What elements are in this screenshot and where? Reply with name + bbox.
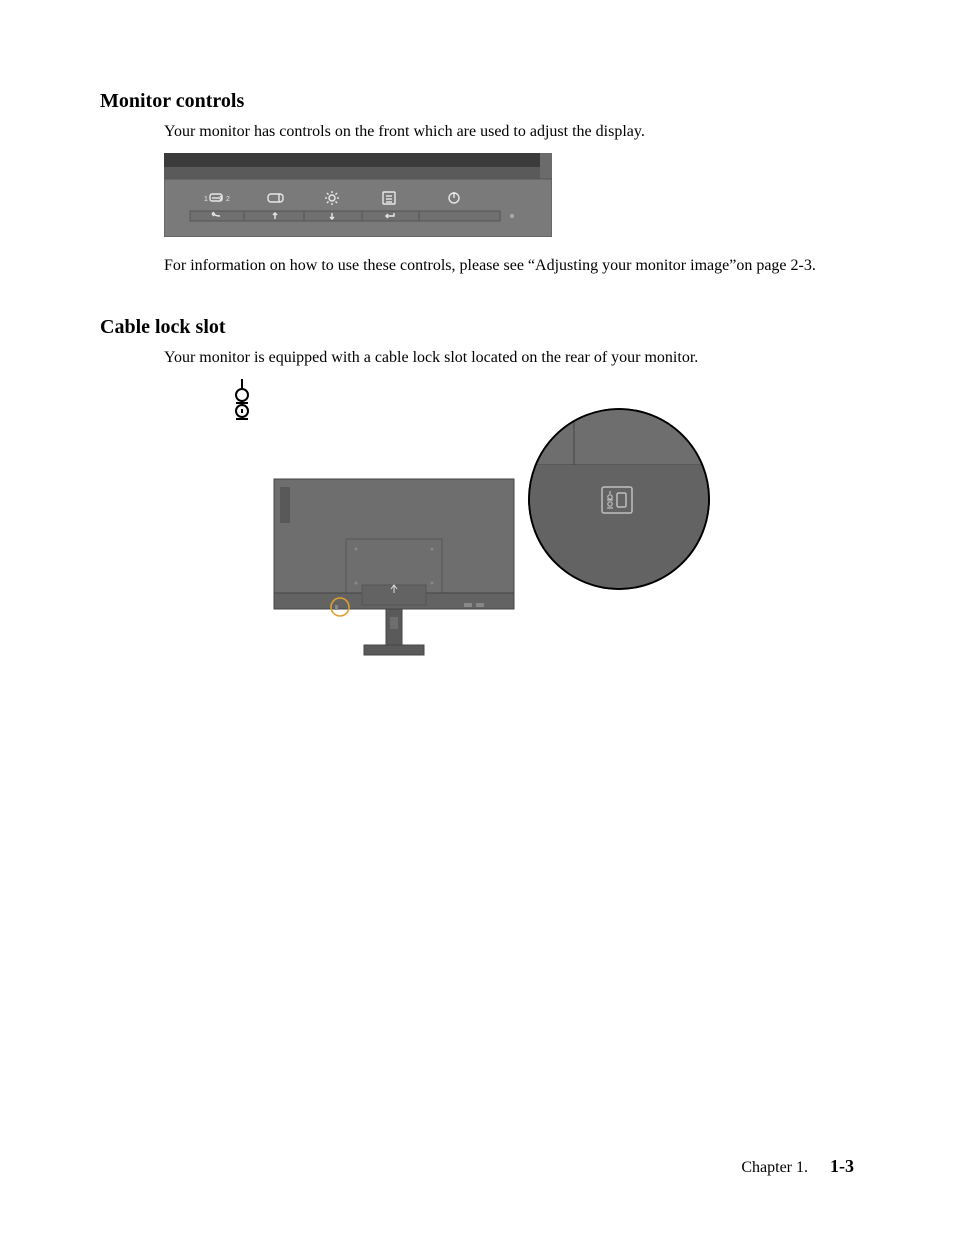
monitor-controls-intro: Your monitor has controls on the front w… — [164, 121, 854, 143]
cable-lock-zoom — [529, 409, 724, 595]
page-number: 1-3 — [830, 1156, 854, 1176]
monitor-rear-illustration — [274, 479, 514, 655]
heading-monitor-controls: Monitor controls — [100, 90, 854, 113]
chapter-label: Chapter 1. — [741, 1159, 808, 1176]
heading-cable-lock: Cable lock slot — [100, 316, 854, 339]
section-cable-lock: Cable lock slot Your monitor is equipped… — [100, 316, 854, 689]
cable-lock-figure — [164, 379, 724, 689]
monitor-controls-figure: 1 2 — [164, 153, 552, 237]
svg-text:2: 2 — [226, 196, 230, 203]
monitor-controls-note: For information on how to use these cont… — [164, 255, 854, 277]
section-monitor-controls: Monitor controls Your monitor has contro… — [100, 90, 854, 276]
cable-lock-intro: Your monitor is equipped with a cable lo… — [164, 347, 854, 369]
svg-text:1: 1 — [204, 196, 208, 203]
page-footer: Chapter 1. 1-3 — [741, 1156, 854, 1177]
kensington-lock-icon — [236, 379, 248, 419]
